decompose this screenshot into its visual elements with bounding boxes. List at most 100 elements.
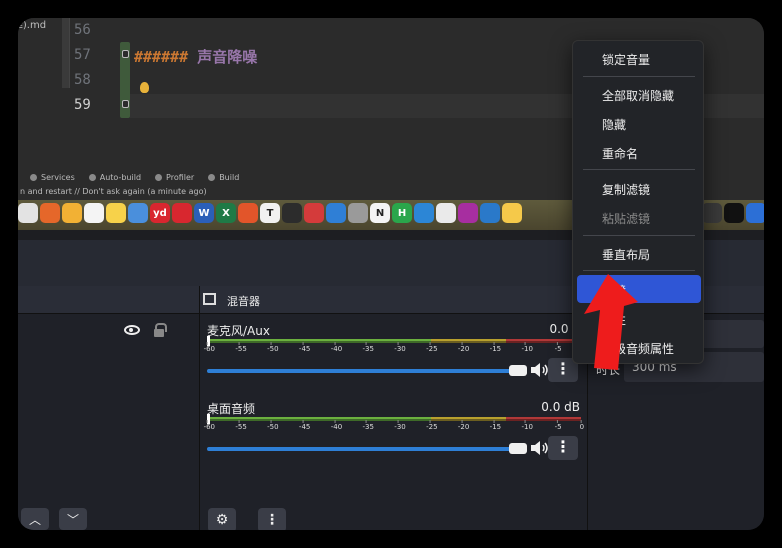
clash-icon[interactable]	[304, 203, 324, 223]
menu-item-lock-volume[interactable]: 锁定音量	[602, 51, 650, 68]
menu-item-copy-filters[interactable]: 复制滤镜	[602, 181, 650, 198]
meter-tick-label: -30	[394, 420, 406, 431]
tool-tab-build[interactable]: Build	[208, 173, 239, 182]
meter-tick-label: -50	[267, 342, 279, 353]
meter-tick-label: -20	[457, 420, 470, 431]
capcut-icon[interactable]	[724, 203, 744, 223]
move-down-button[interactable]: ﹀	[59, 508, 87, 530]
lightbulb-icon[interactable]	[140, 82, 149, 93]
docker-icon[interactable]	[326, 203, 346, 223]
undock-icon[interactable]	[203, 293, 216, 305]
chrome-icon[interactable]	[18, 203, 38, 223]
meter-tick-label: -5	[554, 342, 562, 353]
egg-icon[interactable]	[502, 203, 522, 223]
meter-tick-label: -50	[267, 420, 279, 431]
editor-scroll-strip	[62, 18, 70, 88]
chevron-down-icon: ﹀	[66, 512, 79, 527]
channel-menu-button[interactable]: ⋮	[548, 436, 578, 460]
wechat-icon[interactable]	[436, 203, 456, 223]
tool-tab-label: Auto-build	[99, 173, 142, 182]
tool-tab-label: Services	[41, 173, 75, 182]
xmind-icon[interactable]	[238, 203, 258, 223]
jetbrains-icon[interactable]	[458, 203, 478, 223]
speaker-icon[interactable]	[530, 362, 550, 378]
menu-separator	[583, 76, 695, 77]
line-number-current: 59	[74, 97, 91, 113]
meter-tick-label: -30	[394, 342, 406, 353]
heading-text: 声音降噪	[197, 48, 258, 66]
chevron-up-icon: ︿	[28, 512, 41, 527]
kaiti-icon[interactable]	[414, 203, 434, 223]
netease-music-icon[interactable]	[172, 203, 192, 223]
photos-icon[interactable]	[62, 203, 82, 223]
restart-notice[interactable]: n and restart // Don't ask again (a minu…	[20, 187, 207, 196]
mixer-settings-button[interactable]: ⚙	[208, 508, 236, 530]
meter-tick-label: -40	[330, 342, 343, 353]
mixer-header: 混音器	[200, 286, 587, 314]
word-icon[interactable]: W	[194, 203, 214, 223]
screen-frame: ᴇ).md 56 57 58 59 ###### 声音降噪 Services A…	[18, 18, 764, 530]
gear-icon: ⚙	[215, 512, 229, 528]
volume-slider[interactable]	[207, 443, 527, 454]
tool-tab-label: Profiler	[166, 173, 195, 182]
vscode-icon[interactable]	[480, 203, 500, 223]
menu-item-unhide-all[interactable]: 全部取消隐藏	[602, 87, 674, 104]
blue-app-icon[interactable]	[746, 203, 764, 223]
dock-icon-list-right	[702, 203, 764, 223]
tool-tab-services[interactable]: Services	[30, 173, 75, 182]
warning-icon	[88, 174, 96, 181]
line-number: 58	[74, 72, 91, 88]
line-number: 57	[74, 47, 91, 63]
fold-marker-icon[interactable]	[122, 100, 129, 108]
lock-icon[interactable]	[154, 323, 167, 337]
menu-separator	[583, 235, 695, 236]
services-icon	[30, 174, 37, 181]
eye-icon[interactable]	[124, 325, 140, 335]
menu-separator	[583, 270, 695, 271]
preview-icon[interactable]	[128, 203, 148, 223]
volume-slider-thumb[interactable]	[509, 443, 527, 454]
meter-scale: -60-55-50-45-40-35-30-25-20-15-10-50	[204, 342, 584, 357]
mixer-more-button[interactable]: ⋮	[258, 508, 286, 530]
mixer-channel: 麦克风/Aux 0.0 d -60 -55 -50 -45 -40 -35 -30 -25 -2…	[200, 322, 588, 392]
screen-icon[interactable]	[282, 203, 302, 223]
menu-item-hide[interactable]: 隐藏	[602, 116, 626, 133]
meter-tick-label: -15	[489, 420, 502, 431]
source-row[interactable]	[18, 320, 200, 348]
meter-tick-label: -45	[298, 342, 311, 353]
tool-tab-profiler[interactable]: Profiler	[155, 173, 194, 182]
fold-marker-icon[interactable]	[122, 50, 129, 58]
meter-tick-label: -10	[521, 342, 533, 353]
meter-tick-label: -20	[457, 342, 470, 353]
youdao-icon[interactable]: yd	[150, 203, 170, 223]
tool-tab-auto-build[interactable]: Auto-build	[88, 173, 142, 182]
menu-item-vertical-layout[interactable]: 垂直布局	[602, 246, 650, 263]
more-vertical-icon: ⋮	[555, 437, 571, 456]
volume-slider-thumb[interactable]	[509, 365, 527, 376]
menu-item-paste-filters: 粘贴滤镜	[602, 212, 651, 226]
mixer-title: 混音器	[227, 295, 260, 308]
notion-icon[interactable]: N	[370, 203, 390, 223]
meter-tick-label: -5	[554, 420, 562, 431]
volume-slider[interactable]	[207, 365, 527, 376]
channel-db: 0.0 dB	[541, 400, 580, 414]
meter-tick-label: -40	[330, 420, 343, 431]
audio-mixer-panel: 混音器 麦克风/Aux 0.0 d -60 -55 -50 -45 -40 -35 -30-…	[200, 286, 588, 530]
speaker-icon[interactable]	[530, 440, 550, 456]
menu-separator	[583, 169, 695, 170]
move-up-button[interactable]: ︿	[21, 508, 49, 530]
notes-icon[interactable]	[106, 203, 126, 223]
hbuilder-icon[interactable]: H	[392, 203, 412, 223]
meter-tick-label: -25	[426, 420, 438, 431]
reminders-icon[interactable]	[84, 203, 104, 223]
meter-tick-label: -35	[362, 342, 374, 353]
typora-icon[interactable]: T	[260, 203, 280, 223]
file-tab[interactable]: ᴇ).md	[18, 20, 46, 31]
meter-scale: -60-55-50-45-40-35-30-25-20-15-10-50	[204, 420, 584, 435]
automator-icon[interactable]	[348, 203, 368, 223]
menu-item-rename[interactable]: 重命名	[602, 145, 638, 162]
speedometer-icon[interactable]	[702, 203, 722, 223]
excel-icon[interactable]: X	[216, 203, 236, 223]
markdown-heading-line[interactable]: ###### 声音降噪	[134, 46, 257, 67]
firefox-icon[interactable]	[40, 203, 60, 223]
